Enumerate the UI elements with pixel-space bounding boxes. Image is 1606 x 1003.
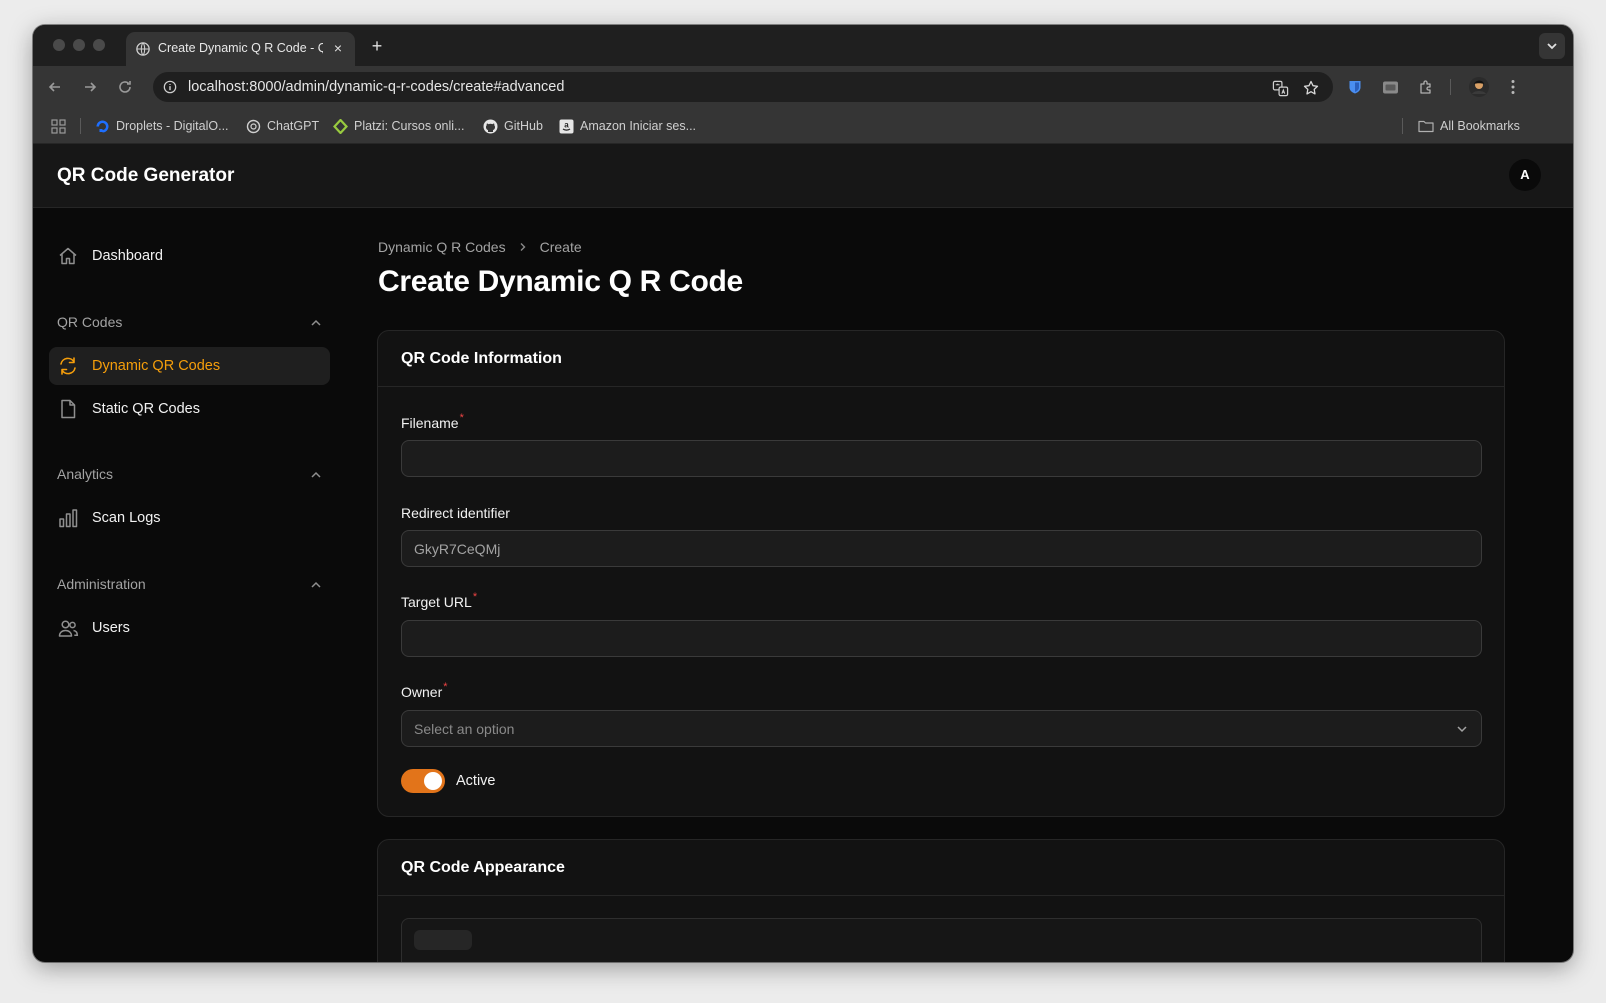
chevron-up-icon[interactable] bbox=[309, 316, 323, 330]
bookmark-star-icon[interactable] bbox=[1302, 79, 1320, 97]
tab-close-icon[interactable]: × bbox=[329, 39, 347, 57]
bookmark-platzi[interactable]: Platzi: Cursos onli... bbox=[333, 117, 464, 135]
all-bookmarks-button[interactable]: All Bookmarks bbox=[1418, 117, 1520, 135]
bookmarks-divider bbox=[1402, 118, 1403, 134]
sidebar-item-scan-logs[interactable]: Scan Logs bbox=[49, 499, 330, 537]
filename-input[interactable] bbox=[401, 440, 1482, 477]
toggle-knob bbox=[424, 772, 442, 790]
brand-title[interactable]: QR Code Generator bbox=[57, 165, 234, 187]
bookmark-digitalocean[interactable]: Droplets - DigitalO... bbox=[95, 117, 229, 135]
bookmark-amazon[interactable]: a Amazon Iniciar ses... bbox=[559, 117, 696, 135]
chevron-down-icon bbox=[1547, 43, 1557, 50]
apps-icon[interactable] bbox=[51, 117, 66, 135]
new-tab-button[interactable]: + bbox=[366, 35, 388, 57]
sidebar-item-dynamic-qr-codes[interactable]: Dynamic QR Codes bbox=[49, 347, 330, 385]
address-url[interactable]: localhost:8000/admin/dynamic-q-r-codes/c… bbox=[188, 79, 564, 95]
translate-icon[interactable] bbox=[1271, 79, 1289, 97]
reload-icon bbox=[119, 81, 131, 93]
address-bar[interactable]: localhost:8000/admin/dynamic-q-r-codes/c… bbox=[153, 72, 1333, 102]
toolbar-divider bbox=[1450, 79, 1451, 95]
sidebar-item-dashboard[interactable]: Dashboard bbox=[49, 237, 330, 275]
extension-icon[interactable] bbox=[1380, 77, 1400, 97]
platzi-icon bbox=[333, 118, 348, 134]
user-avatar[interactable]: A bbox=[1509, 159, 1541, 191]
owner-select[interactable]: Select an option bbox=[401, 710, 1482, 747]
bookmarks-divider bbox=[80, 118, 81, 134]
target-url-input[interactable] bbox=[401, 620, 1482, 657]
bookmark-chatgpt[interactable]: ChatGPT bbox=[246, 117, 319, 135]
sidebar-group-qr-codes[interactable]: QR Codes bbox=[57, 314, 323, 334]
chevron-up-icon[interactable] bbox=[309, 578, 323, 592]
filename-label: Filename* bbox=[401, 412, 464, 431]
forward-button[interactable] bbox=[80, 77, 100, 97]
qr-code-appearance-section: QR Code Appearance bbox=[377, 839, 1505, 962]
reload-button[interactable] bbox=[115, 77, 135, 97]
chevron-up-icon[interactable] bbox=[309, 468, 323, 482]
target-url-label: Target URL* bbox=[401, 591, 478, 610]
github-icon bbox=[483, 119, 498, 133]
required-marker: * bbox=[472, 591, 478, 603]
home-icon bbox=[59, 247, 77, 265]
owner-select-placeholder: Select an option bbox=[414, 721, 515, 737]
tab-strip: Create Dynamic Q R Code - QR Code Genera… bbox=[33, 25, 1573, 66]
sidebar-group-analytics[interactable]: Analytics bbox=[57, 466, 323, 486]
puzzle-icon[interactable] bbox=[1416, 77, 1436, 97]
active-toggle[interactable] bbox=[401, 769, 445, 793]
globe-icon bbox=[136, 42, 150, 56]
refresh-icon bbox=[60, 357, 76, 375]
redirect-identifier-label: Redirect identifier bbox=[401, 505, 510, 521]
chevron-down-icon bbox=[1457, 726, 1467, 733]
browser-window: Create Dynamic Q R Code - QR Code Genera… bbox=[33, 25, 1573, 962]
digitalocean-icon bbox=[96, 120, 109, 132]
tab-search-button[interactable] bbox=[1539, 33, 1565, 59]
bookmark-github[interactable]: GitHub bbox=[483, 117, 543, 135]
redirect-identifier-input[interactable] bbox=[401, 530, 1482, 567]
page-title: Create Dynamic Q R Code bbox=[378, 265, 743, 298]
active-label: Active bbox=[456, 773, 496, 789]
bar-chart-icon bbox=[59, 509, 78, 528]
section-title: QR Code Appearance bbox=[401, 859, 565, 876]
appearance-panel bbox=[401, 918, 1482, 962]
required-marker: * bbox=[443, 681, 448, 693]
tab-title: Create Dynamic Q R Code - QR Code Genera… bbox=[158, 41, 323, 55]
section-title: QR Code Information bbox=[401, 350, 562, 367]
svg-text:a: a bbox=[564, 120, 569, 129]
maximize-window-button[interactable] bbox=[93, 39, 105, 51]
document-icon bbox=[61, 399, 76, 419]
minimize-window-button[interactable] bbox=[73, 39, 85, 51]
browser-toolbar: localhost:8000/admin/dynamic-q-r-codes/c… bbox=[33, 66, 1573, 108]
arrow-left-icon bbox=[48, 82, 60, 92]
back-button[interactable] bbox=[45, 77, 65, 97]
more-menu-icon[interactable] bbox=[1503, 77, 1523, 97]
qr-code-information-section: QR Code Information Filename* Redirect i… bbox=[377, 330, 1505, 817]
close-window-button[interactable] bbox=[53, 39, 65, 51]
section-header: QR Code Information bbox=[378, 331, 1504, 387]
profile-avatar[interactable] bbox=[1468, 76, 1490, 98]
folder-icon bbox=[1418, 120, 1434, 133]
breadcrumb-parent-link[interactable]: Dynamic Q R Codes bbox=[378, 239, 506, 255]
bitwarden-extension-icon[interactable] bbox=[1345, 77, 1365, 97]
sidebar-item-static-qr-codes[interactable]: Static QR Codes bbox=[49, 390, 330, 428]
site-info-icon[interactable] bbox=[163, 80, 177, 94]
users-icon bbox=[58, 620, 79, 637]
sidebar-group-administration[interactable]: Administration bbox=[57, 576, 323, 596]
arrow-right-icon bbox=[85, 82, 97, 92]
app-header: QR Code Generator A bbox=[33, 144, 1573, 208]
appearance-tab-button[interactable] bbox=[414, 930, 472, 950]
owner-label: Owner* bbox=[401, 681, 448, 700]
sidebar-item-users[interactable]: Users bbox=[49, 609, 330, 647]
chatgpt-icon bbox=[246, 119, 261, 133]
breadcrumb-current: Create bbox=[539, 239, 582, 255]
bookmarks-bar: Droplets - DigitalO... ChatGPT Platzi: C… bbox=[33, 108, 1573, 144]
breadcrumb: Dynamic Q R Codes Create bbox=[378, 238, 582, 256]
section-header: QR Code Appearance bbox=[378, 840, 1504, 896]
chevron-right-icon bbox=[520, 243, 526, 251]
required-marker: * bbox=[459, 412, 464, 424]
browser-tab[interactable]: Create Dynamic Q R Code - QR Code Genera… bbox=[126, 32, 355, 66]
amazon-icon: a bbox=[559, 119, 574, 133]
